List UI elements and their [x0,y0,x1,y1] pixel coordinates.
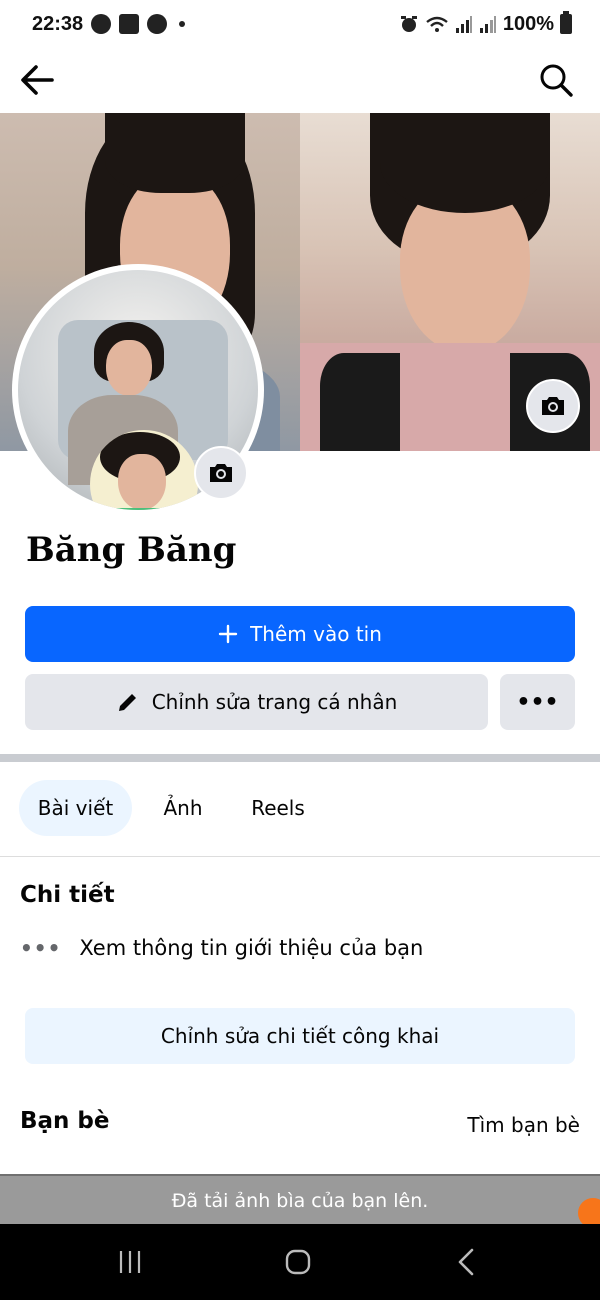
messenger-icon [147,14,168,34]
arrow-left-icon [21,65,54,95]
battery-percentage: 100% [502,12,554,35]
signal-icon [455,16,472,33]
camera-icon [210,464,232,482]
profile-name: Băng Băng [26,530,237,570]
edit-cover-photo-button[interactable] [526,379,580,433]
section-divider [0,754,600,762]
system-nav-bar [0,1224,600,1300]
chevron-left-icon [458,1248,474,1276]
more-dots-icon: ••• [516,689,559,715]
wifi-icon [426,16,448,32]
status-time: 22:38 [32,12,84,35]
back-button[interactable] [18,60,58,100]
find-friends-link[interactable]: Tìm bạn bè [467,1113,580,1137]
gallery-icon [119,14,140,34]
edit-profile-button[interactable]: Chỉnh sửa trang cá nhân [25,674,488,730]
more-dots-icon: ••• [20,936,62,960]
more-options-button[interactable]: ••• [500,674,575,730]
search-button[interactable] [536,60,576,100]
camera-icon [542,397,564,415]
pencil-icon [118,694,136,711]
add-to-story-label: Thêm vào tin [250,622,382,646]
dot-icon [179,21,186,27]
top-nav [0,50,600,110]
recent-apps-button[interactable] [110,1244,150,1280]
tab-reels[interactable]: Reels [238,780,318,836]
view-intro-row[interactable]: ••• Xem thông tin giới thiệu của bạn [20,936,423,960]
upload-toast: Đã tải ảnh bìa của bạn lên. [0,1176,600,1226]
alarm-icon [400,16,417,32]
add-to-story-button[interactable]: Thêm vào tin [25,606,575,662]
status-bar: 22:38 100% [0,0,600,48]
system-back-button[interactable] [446,1244,486,1280]
edit-public-details-button[interactable]: Chỉnh sửa chi tiết công khai [25,1008,575,1064]
edit-profile-label: Chỉnh sửa trang cá nhân [151,690,398,714]
edit-public-details-label: Chỉnh sửa chi tiết công khai [160,1024,440,1048]
tab-photos-label: Ảnh [163,796,203,820]
tabs-divider [0,856,600,857]
facebook-icon [91,14,112,34]
friends-title: Bạn bè [20,1108,110,1134]
home-button[interactable] [278,1244,318,1280]
tab-reels-label: Reels [251,796,305,820]
recent-apps-icon [119,1251,141,1273]
details-title: Chi tiết [20,882,115,908]
home-icon [285,1249,311,1275]
edit-profile-picture-button[interactable] [194,446,248,500]
tab-posts[interactable]: Bài viết [19,780,132,836]
battery-icon [560,11,572,34]
view-intro-label: Xem thông tin giới thiệu của bạn [79,936,424,960]
signal-icon [479,16,496,33]
tab-posts-label: Bài viết [37,796,114,820]
toast-message: Đã tải ảnh bìa của bạn lên. [171,1190,429,1212]
profile-tabs: Bài viết Ảnh Reels [0,780,600,838]
tab-photos[interactable]: Ảnh [148,780,218,836]
plus-icon [218,624,238,644]
search-icon [540,64,573,97]
